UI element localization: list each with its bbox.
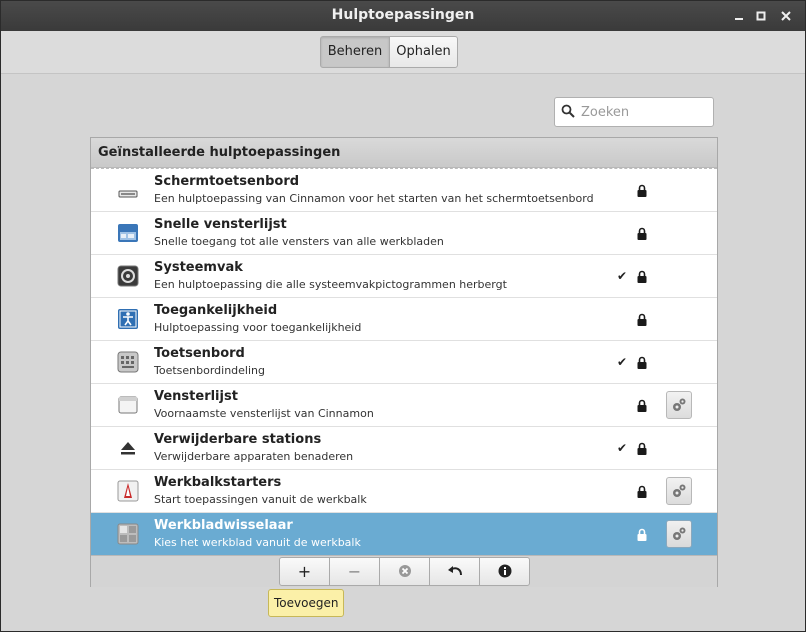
applet-description: Start toepassingen vanuit de werkbalk (154, 493, 367, 506)
applet-description: Hulptoepassing voor toegankelijkheid (154, 321, 362, 334)
window-title: Hulptoepassingen (331, 7, 475, 23)
maximize-icon (756, 11, 766, 21)
tab-manage[interactable]: Beheren (320, 36, 390, 68)
checkmark-icon: ✔ (617, 441, 628, 455)
lock-icon (637, 483, 647, 502)
minimize-button[interactable] (731, 8, 747, 24)
title-bar: Hulptoepassingen (1, 1, 805, 31)
keyboard-small-icon (117, 179, 139, 201)
restore-button[interactable] (429, 557, 480, 586)
lock-icon (637, 397, 647, 416)
system-tray-icon (117, 265, 139, 287)
applet-list: Schermtoetsenbord Een hulptoepassing van … (91, 168, 717, 556)
window-icon (117, 394, 139, 416)
list-item[interactable]: Vensterlijst Voornaamste vensterlijst van… (91, 384, 717, 427)
applet-description: Snelle toegang tot alle vensters van all… (154, 235, 444, 248)
lock-icon (637, 182, 647, 201)
launcher-icon (117, 480, 139, 502)
undo-icon (447, 566, 462, 576)
info-icon (498, 564, 511, 578)
search-box[interactable] (554, 97, 714, 127)
search-input[interactable] (579, 102, 711, 122)
keyboard-icon (117, 351, 139, 373)
tab-download[interactable]: Ophalen (389, 36, 458, 68)
lock-icon (637, 440, 647, 459)
list-item[interactable]: Systeemvak Een hulptoepassing die alle sy… (91, 255, 717, 298)
close-button[interactable] (778, 8, 794, 24)
applet-name: Toegankelijkheid (154, 303, 278, 318)
applet-name: Schermtoetsenbord (154, 174, 300, 189)
applet-description: Voornaamste vensterlijst van Cinnamon (154, 407, 374, 420)
applet-description: Kies het werkblad vanuit de werkbalk (154, 536, 361, 549)
window-list-icon (117, 222, 139, 244)
remove-button[interactable]: − (329, 557, 380, 586)
applet-name: Verwijderbare stations (154, 432, 322, 447)
applet-name: Systeemvak (154, 260, 243, 275)
applet-description: Toetsenbordindeling (154, 364, 265, 377)
list-header-label: Geïnstalleerde hulptoepassingen (98, 145, 341, 160)
list-item[interactable]: Verwijderbare stations Verwijderbare appa… (91, 427, 717, 470)
info-button[interactable] (479, 557, 530, 586)
accessibility-icon (117, 308, 139, 330)
minimize-icon (735, 18, 743, 20)
applet-description: Verwijderbare apparaten benaderen (154, 450, 354, 463)
list-item[interactable]: Werkbalkstarters Start toepassingen vanui… (91, 470, 717, 513)
lock-icon (637, 225, 647, 244)
list-item[interactable]: Snelle vensterlijst Snelle toegang tot al… (91, 212, 717, 255)
list-item[interactable]: Werkbladwisselaar Kies het werkblad vanui… (91, 513, 717, 556)
search-icon (561, 104, 575, 118)
applets-window: Hulptoepassingen Beheren Ophalen Geïnsta… (0, 0, 806, 632)
checkmark-icon: ✔ (617, 355, 628, 369)
maximize-button[interactable] (753, 8, 769, 24)
configure-button[interactable] (666, 391, 692, 419)
close-icon (781, 11, 791, 21)
applet-name: Werkbladwisselaar (154, 518, 293, 533)
applet-name: Vensterlijst (154, 389, 238, 404)
add-button[interactable]: + (279, 557, 330, 586)
lock-icon (637, 268, 647, 287)
lock-icon (637, 311, 647, 330)
list-actions: + − (91, 555, 717, 587)
cancel-icon (398, 565, 411, 577)
applet-description: Een hulptoepassing van Cinnamon voor het… (154, 192, 594, 205)
configure-button[interactable] (666, 477, 692, 505)
list-item[interactable]: Schermtoetsenbord Een hulptoepassing van … (91, 169, 717, 212)
list-item[interactable]: Toegankelijkheid Hulptoepassing voor toeg… (91, 298, 717, 341)
applet-description: Een hulptoepassing die alle systeemvakpi… (154, 278, 507, 291)
applet-name: Werkbalkstarters (154, 475, 282, 490)
applet-list-panel: Geïnstalleerde hulptoepassingen Schermto… (90, 137, 718, 587)
list-header: Geïnstalleerde hulptoepassingen (91, 138, 717, 168)
applet-name: Snelle vensterlijst (154, 217, 287, 232)
list-item[interactable]: Toetsenbord Toetsenbordindeling ✔ (91, 341, 717, 384)
eject-icon (117, 437, 139, 459)
uninstall-button[interactable] (379, 557, 430, 586)
configure-button[interactable] (666, 520, 692, 548)
workspace-switcher-icon (117, 523, 139, 545)
checkmark-icon: ✔ (617, 269, 628, 283)
tooltip: Toevoegen (268, 589, 345, 617)
applet-name: Toetsenbord (154, 346, 245, 361)
lock-icon (637, 526, 647, 545)
mode-toolbar: Beheren Ophalen (1, 31, 805, 74)
lock-icon (637, 354, 647, 373)
